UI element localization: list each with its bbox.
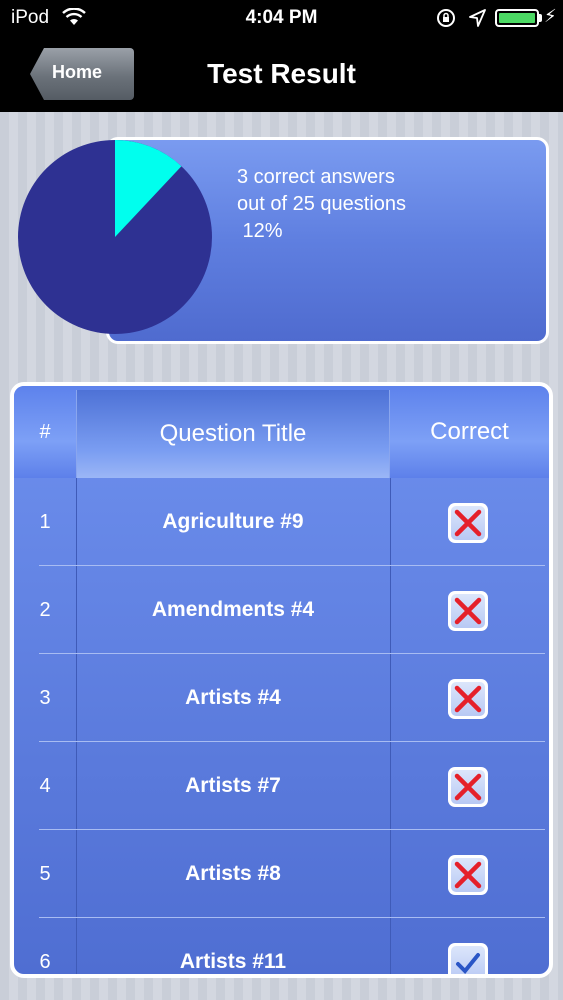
battery-icon	[495, 9, 539, 27]
row-number: 2	[39, 598, 51, 621]
row-question-title: Artists #11	[179, 950, 287, 973]
red-x-icon	[448, 679, 488, 719]
column-header-title: Question Title	[76, 390, 390, 478]
charging-bolt-icon: ⚡	[544, 6, 557, 27]
top-bar: iPod 4:04 PM ⚡ Home Test Result	[0, 0, 563, 112]
results-table: # Question Title Correct 1 Agriculture #…	[10, 382, 553, 978]
row-question-title: Agriculture #9	[162, 510, 304, 533]
red-x-icon	[448, 767, 488, 807]
row-question-title: Artists #8	[185, 862, 281, 885]
table-row-5[interactable]: 5 Artists #8	[14, 830, 549, 918]
battery-tip	[539, 14, 542, 22]
row-question-title: Amendments #4	[151, 598, 315, 621]
row-number: 6	[39, 950, 51, 973]
location-arrow-icon	[468, 8, 486, 28]
summary-text: 3 correct answers out of 25 questions 12…	[237, 164, 406, 245]
red-x-icon	[448, 503, 488, 543]
summary-total-line: out of 25 questions	[237, 193, 407, 215]
table-row-6[interactable]: 6 Artists #11	[14, 918, 549, 974]
table-row-1[interactable]: 1 Agriculture #9	[14, 478, 549, 566]
summary-percent-line: 12%	[237, 220, 283, 242]
row-number: 5	[39, 862, 51, 885]
table-header: # Question Title Correct	[14, 386, 549, 478]
status-bar: iPod 4:04 PM ⚡	[0, 0, 563, 38]
rotation-lock-icon	[436, 8, 456, 28]
page-title: Test Result	[207, 58, 356, 89]
column-header-correct: Correct	[430, 418, 509, 445]
row-number: 1	[39, 510, 51, 533]
table-row-3[interactable]: 3 Artists #4	[14, 654, 549, 742]
red-x-icon	[448, 591, 488, 631]
row-number: 3	[39, 686, 51, 709]
row-question-title: Artists #7	[185, 774, 281, 797]
table-row-4[interactable]: 4 Artists #7	[14, 742, 549, 830]
checkmark-icon	[448, 943, 488, 974]
row-question-title: Artists #4	[185, 686, 281, 709]
table-row-2[interactable]: 2 Amendments #4	[14, 566, 549, 654]
score-pie-chart	[18, 140, 212, 334]
row-number: 4	[39, 774, 51, 797]
summary-correct-line: 3 correct answers	[237, 166, 395, 188]
red-x-icon	[448, 855, 488, 895]
column-header-number: #	[39, 420, 51, 443]
